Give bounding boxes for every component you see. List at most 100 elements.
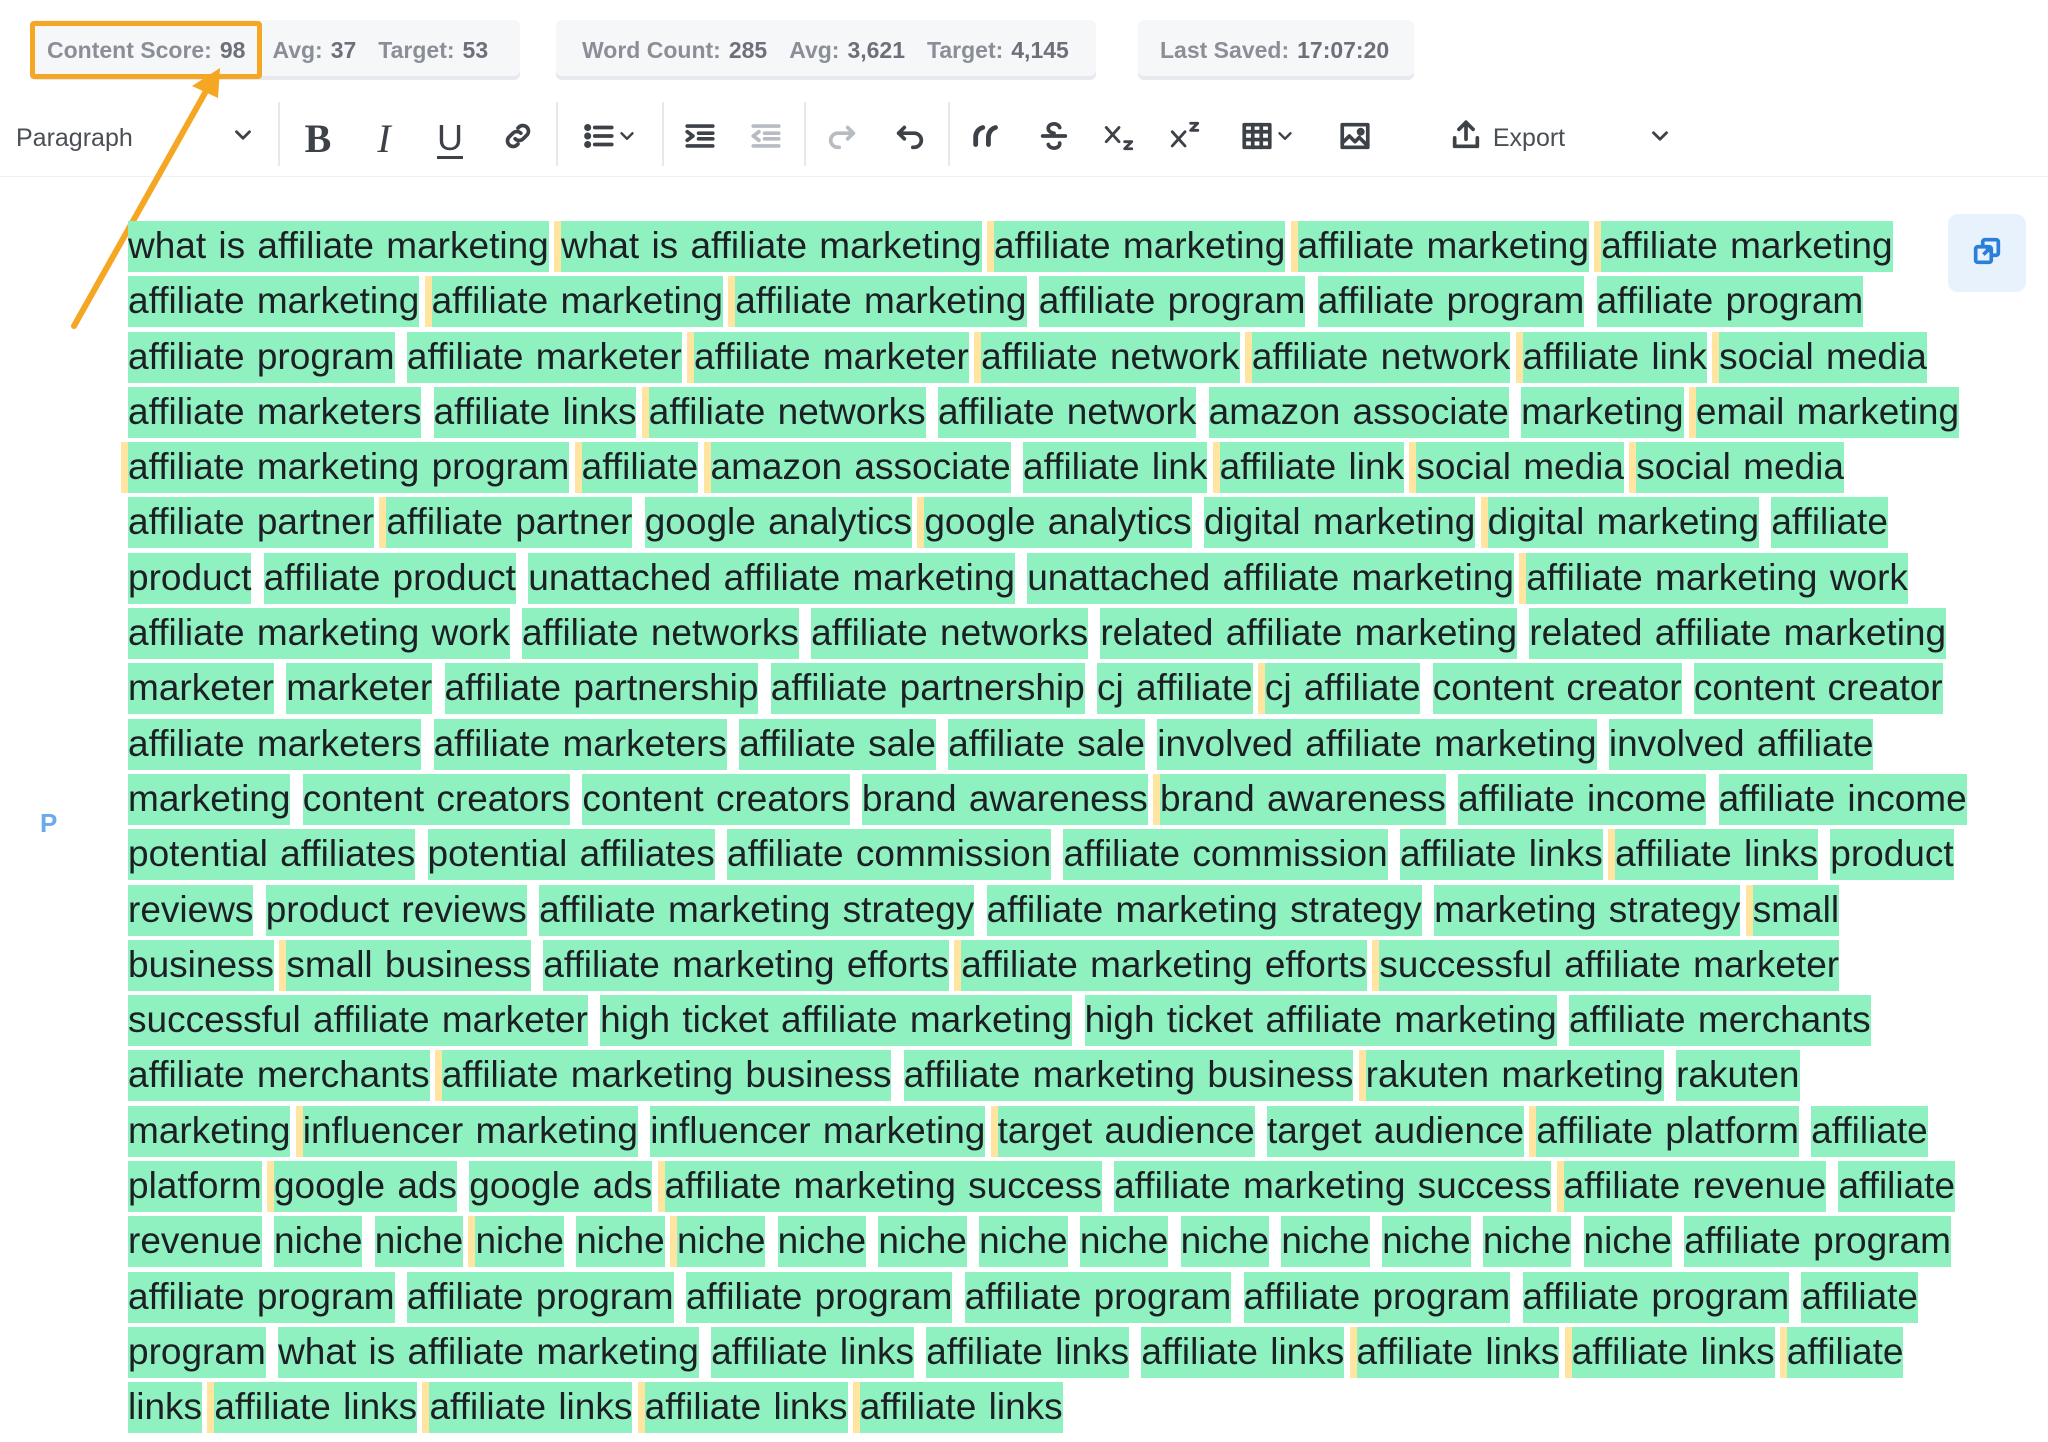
keyword-highlight: affiliate links [644, 1382, 848, 1434]
keyword-highlight: niche [576, 1216, 665, 1268]
italic-icon: I [377, 115, 391, 161]
keyword-highlight: niche [374, 1216, 464, 1268]
indent-button[interactable] [676, 100, 724, 176]
keyword-highlight: affiliate links [926, 1326, 1130, 1378]
keyword-highlight: affiliate program [1522, 1271, 1790, 1323]
block-format-select[interactable]: Paragraph [16, 100, 256, 176]
strikethrough-icon [1037, 119, 1071, 158]
keyword-highlight: affiliate marketing work [128, 608, 510, 660]
keyword-highlight: social media [1719, 331, 1927, 383]
keyword-highlight: affiliate marketing strategy [986, 884, 1422, 936]
keyword-highlight: related affiliate marketing [1100, 608, 1518, 660]
keyword-highlight: successful affiliate marketer [128, 995, 588, 1047]
keyword-highlight: content creators [582, 773, 850, 825]
superscript-button[interactable] [1160, 100, 1210, 176]
content-score-highlight: Content Score: 98 [30, 21, 263, 79]
bold-icon: B [304, 115, 332, 161]
keyword-highlight: email marketing [1695, 386, 1960, 438]
keyword-highlight: affiliate networks [648, 386, 926, 438]
keyword-highlight: marketing [1521, 386, 1684, 438]
keyword-highlight: google analytics [644, 497, 913, 549]
word-avg-value: 3,621 [847, 36, 906, 63]
keyword-highlight: potential affiliates [427, 829, 715, 881]
keyword-highlight: what is affiliate marketing [128, 221, 549, 272]
image-icon [1338, 119, 1372, 158]
keyword-highlight: affiliate [581, 442, 699, 494]
keyword-highlight: affiliate commission [727, 829, 1052, 881]
keyword-highlight: affiliate links [429, 1382, 633, 1434]
keyword-highlight: affiliate partner [128, 497, 375, 549]
keyword-highlight: affiliate marketer [694, 331, 969, 383]
last-saved-value: 17:07:20 [1297, 36, 1390, 63]
keyword-highlight: affiliate links [711, 1326, 914, 1378]
export-button[interactable]: Export [1412, 100, 1602, 176]
keyword-highlight: niche [274, 1216, 363, 1268]
keyword-highlight: related affiliate marketing [1529, 608, 1947, 660]
image-button[interactable] [1330, 100, 1380, 176]
keyword-highlight: google ads [469, 1161, 653, 1213]
link-button[interactable] [494, 100, 542, 176]
toolbar-divider [804, 102, 806, 166]
keyword-highlight: affiliate marketing [735, 276, 1027, 328]
keyword-highlight: brand awareness [1160, 773, 1446, 825]
content-score-group: Content Score: 98 Avg: 37 Target: 53 [30, 20, 520, 80]
keyword-highlight: affiliate program [128, 1271, 395, 1323]
keyword-highlight: affiliate marketing work [1526, 552, 1908, 604]
keyword-highlight: affiliate network [937, 386, 1197, 438]
keyword-highlight: affiliate partnership [444, 663, 759, 715]
redo-button[interactable] [818, 100, 866, 176]
keyword-highlight: brand awareness [861, 773, 1148, 825]
toolbar-divider [556, 102, 558, 166]
table-button[interactable] [1228, 100, 1308, 176]
keyword-highlight: affiliate partner [386, 497, 633, 549]
chevron-down-icon [616, 125, 638, 152]
keyword-highlight: affiliate links [1356, 1326, 1560, 1378]
keyword-highlight: what is affiliate marketing [278, 1326, 699, 1378]
keyword-highlight: what is affiliate marketing [561, 221, 982, 272]
keyword-highlight: affiliate link [1023, 442, 1208, 494]
undo-button[interactable] [886, 100, 934, 176]
keyword-highlight: affiliate links [1615, 829, 1818, 881]
keyword-highlight: affiliate marketing [994, 221, 1286, 272]
bulleted-list-button[interactable] [572, 100, 648, 176]
keyword-highlight: affiliate links [1571, 1326, 1775, 1378]
keyword-highlight: affiliate merchants [1569, 995, 1871, 1047]
keyword-highlight: amazon associate [1208, 386, 1509, 438]
word-count-label: Word Count: [582, 36, 721, 63]
superscript-icon [1168, 119, 1202, 158]
keyword-highlight: google ads [273, 1161, 457, 1213]
more-options-dropdown[interactable] [1640, 100, 1680, 176]
underline-button[interactable]: U [428, 100, 472, 176]
outdent-button[interactable] [742, 100, 790, 176]
keyword-highlight: social media [1636, 442, 1844, 494]
editor-content[interactable]: what is affiliate marketing what is affi… [128, 218, 1970, 1435]
keyword-highlight: affiliate sale [739, 718, 936, 770]
keyword-highlight: affiliate networks [811, 608, 1089, 660]
keyword-highlight: affiliate program [685, 1271, 953, 1323]
undo-icon [893, 119, 927, 158]
keyword-highlight: digital marketing [1487, 497, 1760, 549]
keyword-highlight: affiliate program [406, 1271, 674, 1323]
keyword-highlight: digital marketing [1203, 497, 1476, 549]
keyword-highlight: content creators [302, 773, 571, 825]
blockquote-button[interactable] [962, 100, 1012, 176]
strikethrough-button[interactable] [1030, 100, 1078, 176]
keyword-highlight: niche [676, 1216, 766, 1268]
subscript-button[interactable] [1094, 100, 1144, 176]
score-target-value: 53 [462, 36, 489, 63]
keyword-highlight: marketer [128, 663, 274, 715]
bulleted-list-icon [582, 119, 616, 158]
keyword-highlight: niche [1180, 1216, 1270, 1268]
keyword-highlight: rakuten marketing [1365, 1050, 1664, 1102]
keyword-highlight: affiliate links [1399, 829, 1603, 881]
keyword-highlight: affiliate marketer [406, 331, 682, 383]
link-icon [501, 119, 535, 158]
keyword-highlight: successful affiliate marketer [1379, 939, 1840, 991]
italic-button[interactable]: I [362, 100, 406, 176]
keyword-highlight: product reviews [265, 884, 527, 936]
bold-button[interactable]: B [296, 100, 340, 176]
keyword-highlight: affiliate product [263, 552, 516, 604]
last-saved-group: Last Saved: 17:07:20 [1138, 20, 1414, 80]
keyword-highlight: influencer marketing [302, 1105, 638, 1157]
keyword-highlight: affiliate marketing [1297, 221, 1589, 272]
